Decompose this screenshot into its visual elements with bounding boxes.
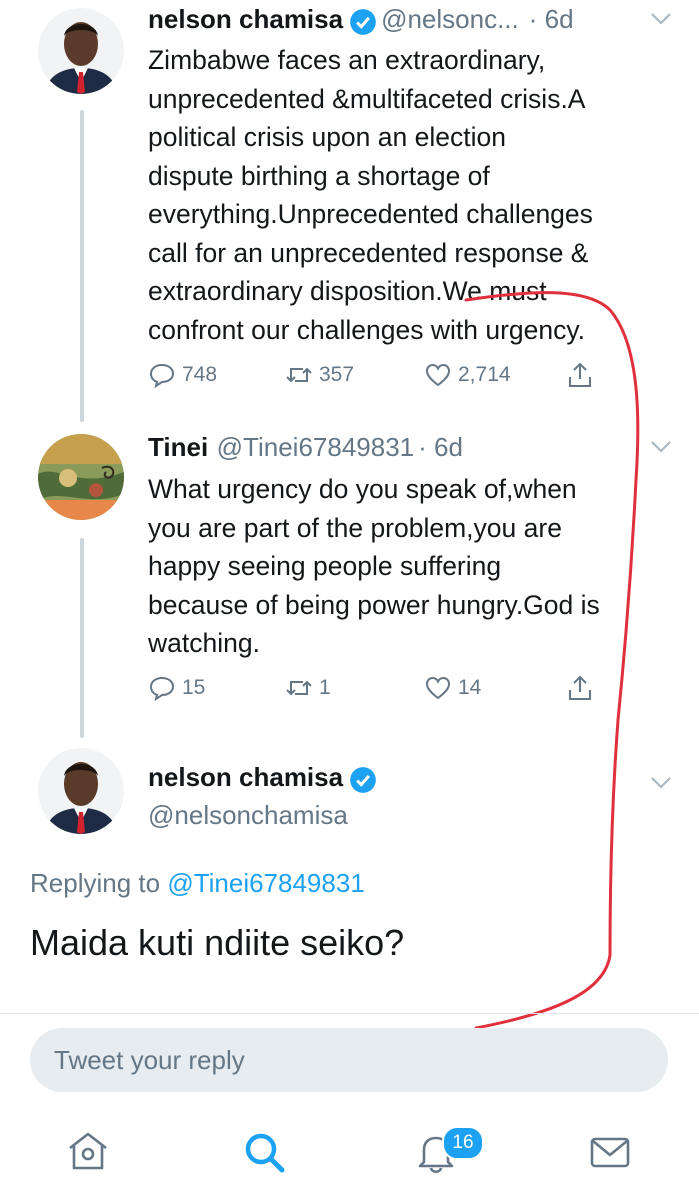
retweet-icon	[286, 680, 312, 696]
reply-button[interactable]: 15	[148, 674, 205, 702]
tweet-text-line: unprecedented &multifaceted crisis.A	[148, 83, 586, 114]
tweet-text-line: happy seeing people suffering	[148, 551, 502, 581]
reply-placeholder: Tweet your reply	[54, 1045, 245, 1075]
tweet-text: Zimbabwe faces an extraordinary, unprece…	[148, 41, 678, 349]
like-button[interactable]: 14	[424, 674, 481, 702]
tweet-time: · 6d	[528, 4, 574, 34]
tweet-text-line: political crisis upon an election	[148, 122, 506, 152]
retweet-button[interactable]: 1	[285, 674, 331, 702]
notifications-badge: 16	[442, 1126, 484, 1160]
heart-icon	[425, 363, 451, 387]
share-icon	[569, 675, 591, 700]
reply-count: 748	[182, 363, 218, 386]
author-handle[interactable]: @nelsonchamisa	[148, 800, 348, 831]
share-button[interactable]	[566, 674, 594, 702]
tweet-text-line: call for an unprecedented response &	[148, 237, 589, 268]
avatar[interactable]	[38, 434, 124, 520]
retweet-icon	[286, 367, 312, 383]
tweet-actions: 748 357 2,714	[148, 361, 628, 395]
like-count: 14	[458, 676, 482, 699]
chevron-down-icon[interactable]	[650, 776, 672, 790]
chevron-down-icon[interactable]	[650, 12, 672, 26]
retweet-count: 357	[319, 363, 355, 386]
author-handle[interactable]: @nelsonc...	[381, 4, 519, 34]
author-name[interactable]: nelson chamisa	[148, 762, 343, 792]
avatar[interactable]	[38, 8, 124, 94]
tweet-text: What urgency do you speak of,when you ar…	[148, 470, 678, 663]
verified-icon	[350, 8, 376, 35]
tweet-text-line: extraordinary disposition.We must	[148, 276, 547, 306]
tweet-time: · 6d	[418, 432, 463, 462]
chevron-down-icon[interactable]	[650, 440, 672, 454]
tweet-actions: 15 1 14	[148, 674, 628, 708]
replying-to-label: Replying to	[30, 868, 161, 898]
focused-tweet-text: Maida kuti ndiite seiko?	[30, 922, 405, 963]
reply-icon	[149, 676, 175, 702]
author-name[interactable]: nelson chamisa	[148, 4, 343, 34]
tweet-text-line: What urgency do you speak of,when	[148, 474, 577, 504]
like-count: 2,714	[458, 363, 511, 386]
reply-icon	[149, 363, 175, 389]
home-icon[interactable]	[64, 1128, 112, 1176]
verified-icon	[350, 766, 376, 793]
author-name[interactable]: Tinei	[148, 432, 208, 462]
search-icon[interactable]	[240, 1128, 288, 1176]
tweet-text-line: you are part of the problem,you are	[148, 512, 562, 543]
tweet-header: nelson chamisa @nelsonc... · 6d	[148, 4, 574, 40]
reply-button[interactable]: 748	[148, 361, 217, 389]
share-icon	[569, 362, 591, 387]
tweet-text-line: dispute birthing a shortage of	[148, 160, 490, 191]
tweet-text-line: everything.Unprecedented challenges	[148, 199, 593, 229]
heart-icon	[425, 676, 451, 700]
divider	[0, 1013, 699, 1014]
replying-to: Replying to @Tinei67849831	[30, 868, 365, 899]
retweet-button[interactable]: 357	[285, 361, 354, 389]
reply-count: 15	[182, 676, 206, 699]
messages-icon[interactable]	[586, 1128, 634, 1176]
focused-header: nelson chamisa	[148, 762, 381, 798]
thread-line	[80, 538, 84, 738]
tweet-text-line: because of being power hungry.God is	[148, 589, 600, 620]
tweet-text-line: confront our challenges with urgency.	[148, 314, 586, 345]
tweet-header: Tinei @Tinei67849831 · 6d	[148, 432, 463, 463]
replying-to-handle[interactable]: @Tinei67849831	[167, 868, 364, 898]
author-handle[interactable]: @Tinei67849831	[217, 432, 414, 462]
avatar[interactable]	[38, 748, 124, 834]
reply-input[interactable]: Tweet your reply	[30, 1028, 668, 1092]
share-button[interactable]	[566, 361, 594, 389]
like-button[interactable]: 2,714	[424, 361, 511, 389]
tweet-text-line: watching.	[148, 628, 260, 658]
tweet-text-line: Zimbabwe faces an extraordinary,	[148, 45, 546, 75]
thread-line	[80, 110, 84, 422]
retweet-count: 1	[319, 676, 331, 699]
